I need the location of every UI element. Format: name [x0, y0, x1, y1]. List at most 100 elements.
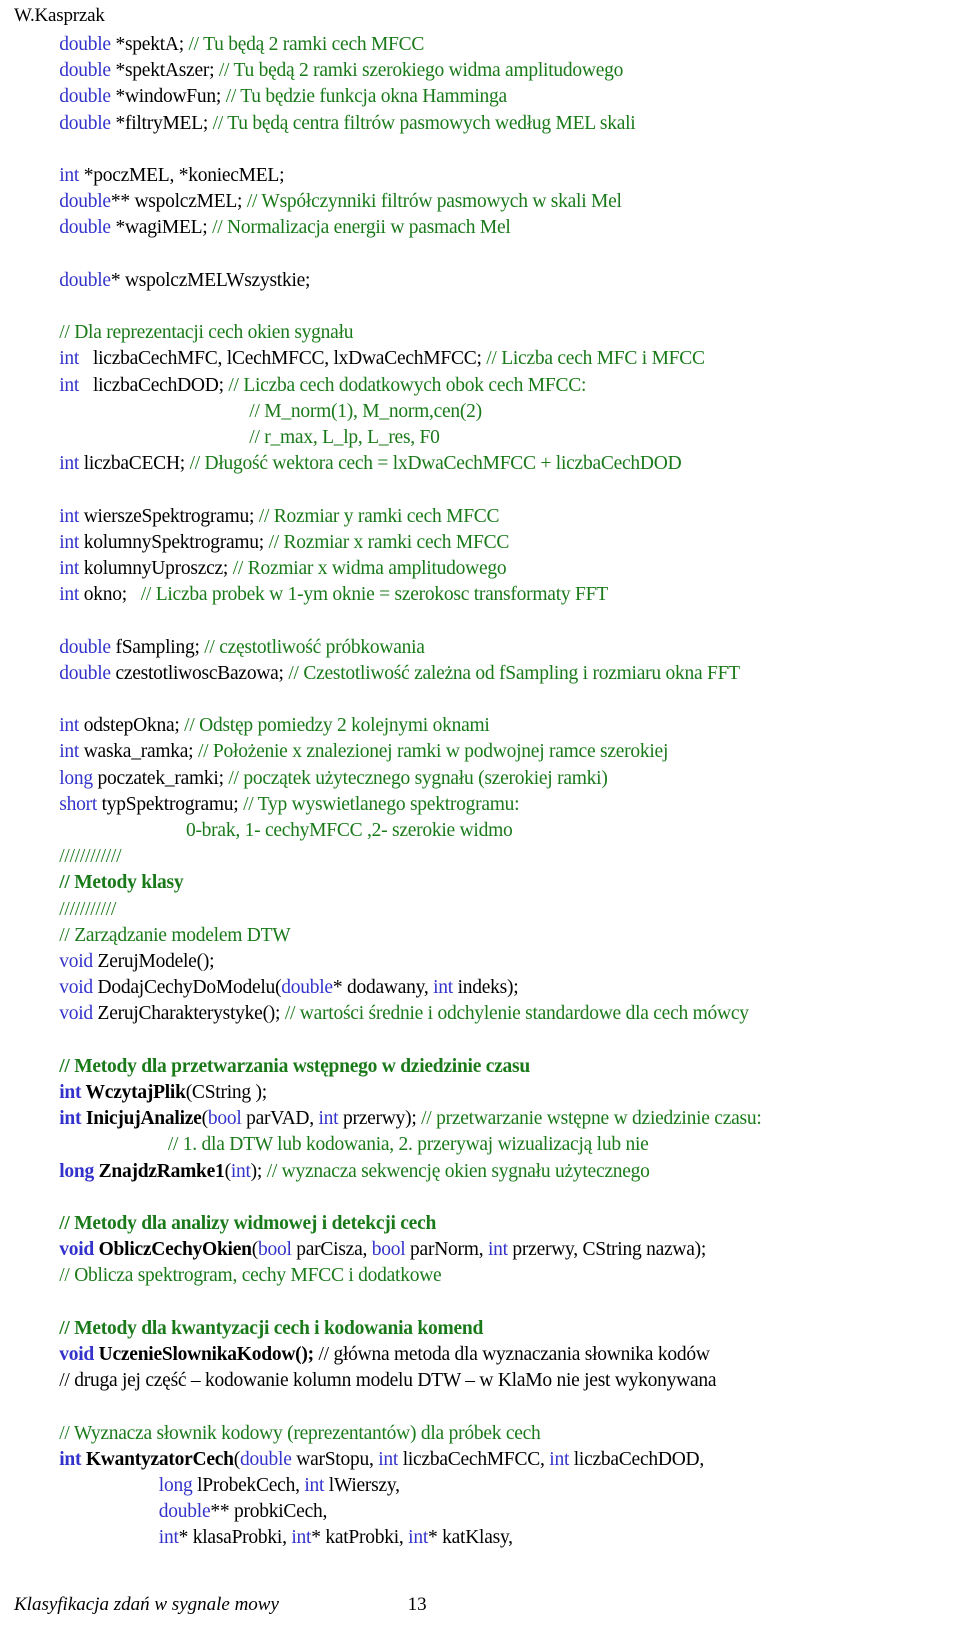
- code-line: // Wyznacza słownik kodowy (reprezentant…: [14, 1421, 946, 1447]
- code-identifier: czestotliwoscBazowa;: [110, 662, 289, 684]
- code-keyword: bool: [371, 1239, 406, 1261]
- code-keyword: void: [59, 1344, 95, 1366]
- code-comment: // Położenie x znalezionej ramki w podwo…: [197, 741, 669, 763]
- code-comment: // Oblicza spektrogram, cechy MFCC i dod…: [59, 1265, 442, 1287]
- code-identifier: );: [250, 1160, 267, 1182]
- code-line: double fSampling; // częstotliwość próbk…: [14, 635, 946, 661]
- code-keyword: int: [59, 505, 80, 527]
- code-identifier: kolumnySpektrogramu;: [79, 531, 269, 553]
- code-keyword: double: [59, 636, 111, 658]
- code-line: double czestotliwoscBazowa; // Czestotli…: [14, 661, 946, 687]
- code-line: 0-brak, 1- cechyMFCC ,2- szerokie widmo: [14, 818, 946, 844]
- code-comment: // Metody dla kwantyzacji cech i kodowan…: [59, 1317, 484, 1339]
- code-keyword: int: [59, 741, 80, 763]
- code-identifier: kolumnyUproszcz;: [79, 558, 233, 579]
- code-comment: // Dla reprezentacji cech okien sygnału: [59, 322, 354, 344]
- code-comment: // wyznacza sekwencję okien sygnału użyt…: [266, 1160, 650, 1182]
- code-identifier: ZnajdzRamke1: [94, 1160, 225, 1182]
- code-keyword: int: [158, 1527, 179, 1549]
- code-comment: // r_max, L_lp, L_res, F0: [249, 427, 440, 448]
- code-identifier: parVAD,: [241, 1108, 319, 1130]
- code-keyword: long: [59, 767, 93, 789]
- code-line: int WczytajPlik(CString );: [14, 1080, 946, 1106]
- code-comment: // Odstęp pomiedzy 2 kolejnymi oknami: [184, 715, 490, 737]
- code-identifier: KwantyzatorCech: [81, 1448, 234, 1470]
- code-identifier: DodajCechyDoModelu(: [92, 977, 282, 999]
- code-identifier: // druga jej część – kodowanie kolumn mo…: [59, 1370, 717, 1392]
- code-line: int liczbaCECH; // Długość wektora cech …: [14, 451, 946, 477]
- code-comment: // Rozmiar y ramki cech MFCC: [258, 505, 500, 527]
- code-keyword: double: [59, 217, 111, 239]
- code-keyword: int: [378, 1448, 399, 1470]
- code-comment: // początek użytecznego sygnału (szeroki…: [228, 767, 608, 789]
- code-line: int odstepOkna; // Odstęp pomiedzy 2 kol…: [14, 713, 946, 739]
- code-keyword: int: [59, 374, 80, 396]
- code-line: // r_max, L_lp, L_res, F0: [14, 425, 946, 451]
- code-comment: // Typ wyswietlanego spektrogramu:: [243, 793, 520, 815]
- code-keyword: int: [59, 558, 80, 579]
- code-line: double *windowFun; // Tu będzie funkcja …: [14, 84, 946, 110]
- code-identifier: *wagiMEL;: [110, 217, 213, 239]
- code-keyword: double: [240, 1448, 292, 1470]
- code-keyword: long: [158, 1475, 193, 1497]
- code-keyword: double: [59, 34, 111, 55]
- code-line: // Metody dla analizy widmowej i detekcj…: [14, 1211, 946, 1237]
- code-identifier: // główna metoda dla wyznaczania słownik…: [313, 1344, 710, 1366]
- code-keyword: void: [59, 1239, 95, 1261]
- code-comment: // Metody klasy: [59, 872, 184, 894]
- code-identifier: *spektAszer;: [110, 60, 219, 82]
- code-identifier: przerwy, CString nazwa);: [507, 1239, 707, 1261]
- code-identifier: * dodawany,: [332, 977, 434, 999]
- code-comment: // przetwarzanie wstępne w dziedzinie cz…: [421, 1108, 762, 1130]
- code-keyword: int: [59, 453, 80, 475]
- code-identifier: InicjujAnalize: [81, 1108, 202, 1130]
- code-keyword: int: [59, 165, 80, 186]
- code-identifier: ObliczCechyOkien: [94, 1239, 252, 1261]
- code-line: void DodajCechyDoModelu(double* dodawany…: [14, 975, 946, 1001]
- code-identifier: przerwy);: [338, 1108, 422, 1130]
- code-keyword: double: [59, 60, 111, 82]
- code-line: int okno; // Liczba probek w 1-ym oknie …: [14, 582, 946, 608]
- code-comment: // Czestotliwość zależna od fSampling i …: [288, 662, 740, 684]
- code-keyword: bool: [207, 1108, 242, 1130]
- code-line: // Dla reprezentacji cech okien sygnału: [14, 320, 946, 346]
- code-keyword: int: [59, 1082, 82, 1104]
- code-keyword: int: [291, 1527, 312, 1549]
- code-comment: // Wyznacza słownik kodowy (reprezentant…: [59, 1422, 541, 1444]
- code-keyword: int: [59, 1108, 82, 1130]
- code-line: // Metody dla kwantyzacji cech i kodowan…: [14, 1316, 946, 1342]
- code-identifier: *windowFun;: [110, 86, 226, 108]
- code-identifier: UczenieSlownikaKodow();: [94, 1344, 314, 1366]
- code-keyword: int: [59, 531, 80, 553]
- code-line: void ObliczCechyOkien(bool parCisza, boo…: [14, 1237, 946, 1263]
- code-identifier: typSpektrogramu;: [97, 793, 244, 815]
- code-line: long poczatek_ramki; // początek użytecz…: [14, 766, 946, 792]
- code-comment: // Zarządzanie modelem DTW: [59, 924, 291, 946]
- code-keyword: int: [59, 584, 80, 606]
- footer-document-title: Klasyfikacja zdań w sygnale mowy: [14, 1594, 279, 1615]
- code-identifier: liczbaCECH;: [79, 453, 190, 475]
- code-comment: // Liczba cech MFC i MFCC: [486, 348, 705, 370]
- code-comment: // Liczba cech dodatkowych obok cech MFC…: [228, 374, 587, 396]
- code-line: int kolumnyUproszcz; // Rozmiar x widma …: [14, 556, 946, 582]
- code-identifier: *filtryMEL;: [110, 112, 213, 134]
- code-identifier: WczytajPlik: [81, 1082, 186, 1104]
- code-keyword: int: [59, 715, 80, 737]
- code-identifier: okno;: [79, 584, 141, 606]
- code-comment: // Metody dla przetwarzania wstępnego w …: [59, 1055, 530, 1077]
- code-line: long lProbekCech, int lWierszy,: [14, 1473, 946, 1499]
- code-keyword: int: [304, 1475, 325, 1497]
- code-identifier: wierszeSpektrogramu;: [79, 505, 259, 527]
- code-keyword: int: [433, 977, 453, 999]
- code-line: double *wagiMEL; // Normalizacja energii…: [14, 215, 946, 241]
- code-identifier: lWierszy,: [324, 1475, 400, 1497]
- code-keyword: int: [549, 1448, 570, 1470]
- code-comment: ////////////: [59, 846, 122, 868]
- code-comment: // wartości średnie i odchylenie standar…: [284, 1003, 749, 1025]
- code-keyword: short: [59, 793, 97, 815]
